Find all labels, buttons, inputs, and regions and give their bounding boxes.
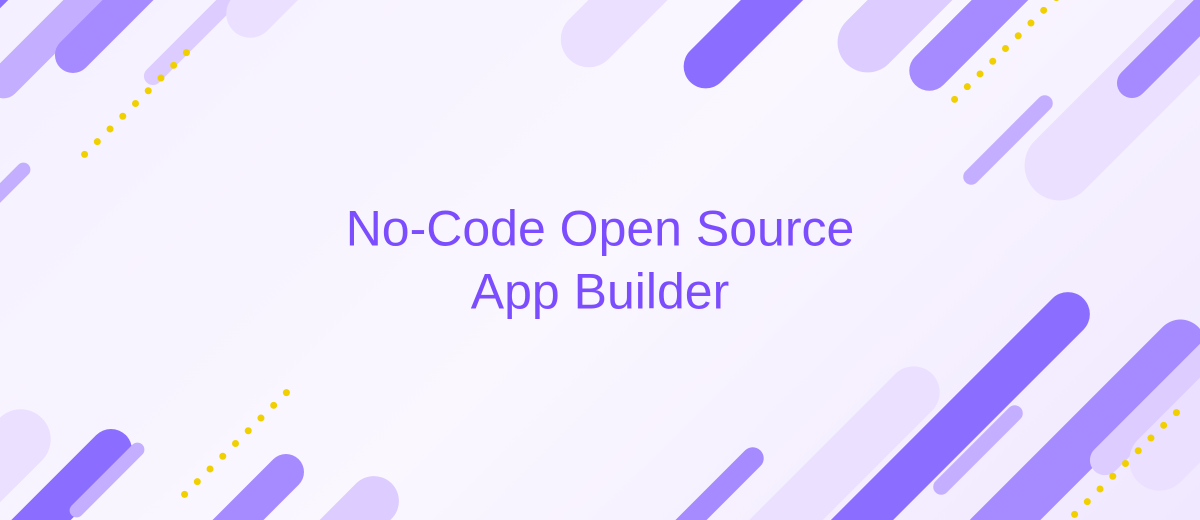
decorative-stripe [0,160,33,241]
title-line-2: App Builder [471,263,730,319]
decorative-dots [80,48,192,160]
banner-title: No-Code Open Source App Builder [346,198,855,323]
decorative-stripe [140,0,238,89]
decorative-stripe [654,443,769,520]
title-line-1: No-Code Open Source [346,201,855,257]
hero-banner: No-Code Open Source App Builder [0,0,1200,520]
decorative-stripe [216,0,391,48]
decorative-stripe [145,447,312,520]
